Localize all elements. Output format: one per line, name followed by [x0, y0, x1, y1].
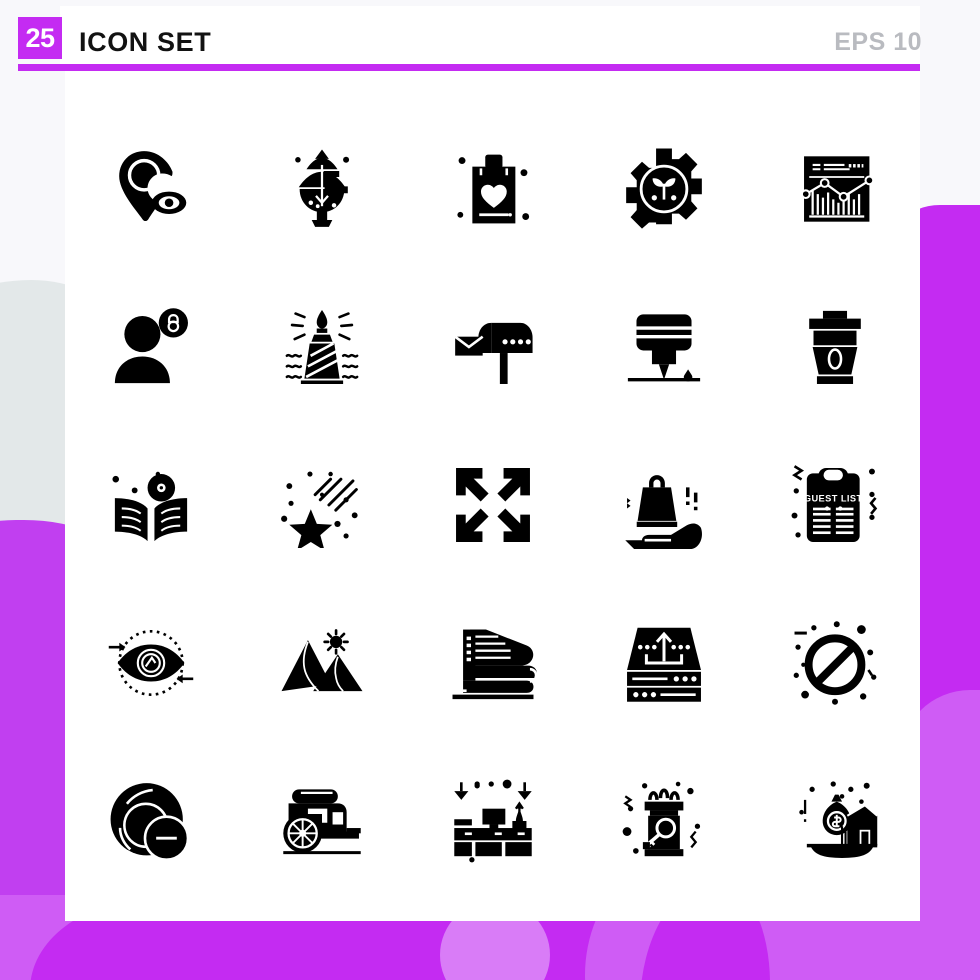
icon-cell-11[interactable] [65, 426, 236, 584]
icon-cell-20[interactable] [749, 584, 920, 742]
icon-cell-18[interactable] [407, 584, 578, 742]
icon-count-badge: 25 [18, 17, 62, 59]
poster-header: 25 ICON SET EPS 10 [0, 0, 980, 72]
page-title: ICON SET [79, 27, 212, 57]
book-cd-icon [111, 471, 187, 542]
icon-cell-14[interactable] [578, 426, 749, 584]
expand-arrows-icon [455, 468, 530, 542]
icon-cell-15[interactable]: GUEST LIST [749, 426, 920, 584]
icon-cell-16[interactable] [65, 584, 236, 742]
icon-cell-22[interactable] [236, 742, 407, 900]
icon-cell-8[interactable] [407, 268, 578, 426]
icon-cell-7[interactable] [236, 268, 407, 426]
icon-cell-9[interactable] [578, 268, 749, 426]
icon-cell-23[interactable] [407, 742, 578, 900]
icon-cell-21[interactable] [65, 742, 236, 900]
shooting-star-icon [280, 471, 358, 548]
coffee-cup-icon [808, 310, 861, 384]
vintage-car-icon [282, 789, 361, 855]
mountain-sun-icon [281, 629, 362, 692]
icon-cell-12[interactable] [236, 426, 407, 584]
icon-cell-2[interactable] [236, 110, 407, 268]
header-divider [18, 64, 920, 71]
poster-canvas: 25 ICON SET EPS 10 GUEST LIST [0, 0, 980, 980]
ice-skate-icon [452, 629, 537, 700]
icon-cell-19[interactable] [578, 584, 749, 742]
icon-cell-5[interactable] [749, 110, 920, 268]
guest-list-clipboard-icon: GUEST LIST [791, 465, 877, 542]
fire-hydrant-key-icon [622, 781, 700, 857]
gear-plant-icon [625, 148, 702, 229]
icon-cell-13[interactable] [407, 426, 578, 584]
format-label: EPS 10 [834, 28, 922, 56]
icon-grid: GUEST LIST [65, 110, 920, 900]
eye-tracking-icon [108, 630, 193, 696]
icon-cell-4[interactable] [578, 110, 749, 268]
icon-cell-6[interactable] [65, 268, 236, 426]
mailbox-icon [453, 322, 533, 384]
icon-cell-1[interactable] [65, 110, 236, 268]
christmas-tree-icon [294, 149, 349, 227]
block-prohibited-icon [793, 621, 876, 705]
icon-cell-17[interactable] [236, 584, 407, 742]
engraving-machine-icon [627, 314, 700, 382]
icon-cell-25[interactable] [749, 742, 920, 900]
icon-cell-3[interactable] [407, 110, 578, 268]
svg-text:GUEST LIST: GUEST LIST [803, 493, 862, 503]
user-lock-icon [114, 308, 188, 384]
data-upload-server-icon [626, 627, 701, 702]
shopping-bag-heart-icon [456, 154, 529, 224]
location-pin-eye-icon [118, 151, 186, 222]
plates-minus-icon [110, 783, 189, 861]
icon-cell-24[interactable] [578, 742, 749, 900]
hand-shopping-bag-icon [624, 475, 702, 549]
analytics-window-icon [800, 156, 874, 222]
office-desk-icon [453, 779, 532, 863]
money-house-icon [798, 781, 878, 858]
icon-cell-10[interactable] [749, 268, 920, 426]
lighthouse-pen-icon [285, 310, 358, 384]
